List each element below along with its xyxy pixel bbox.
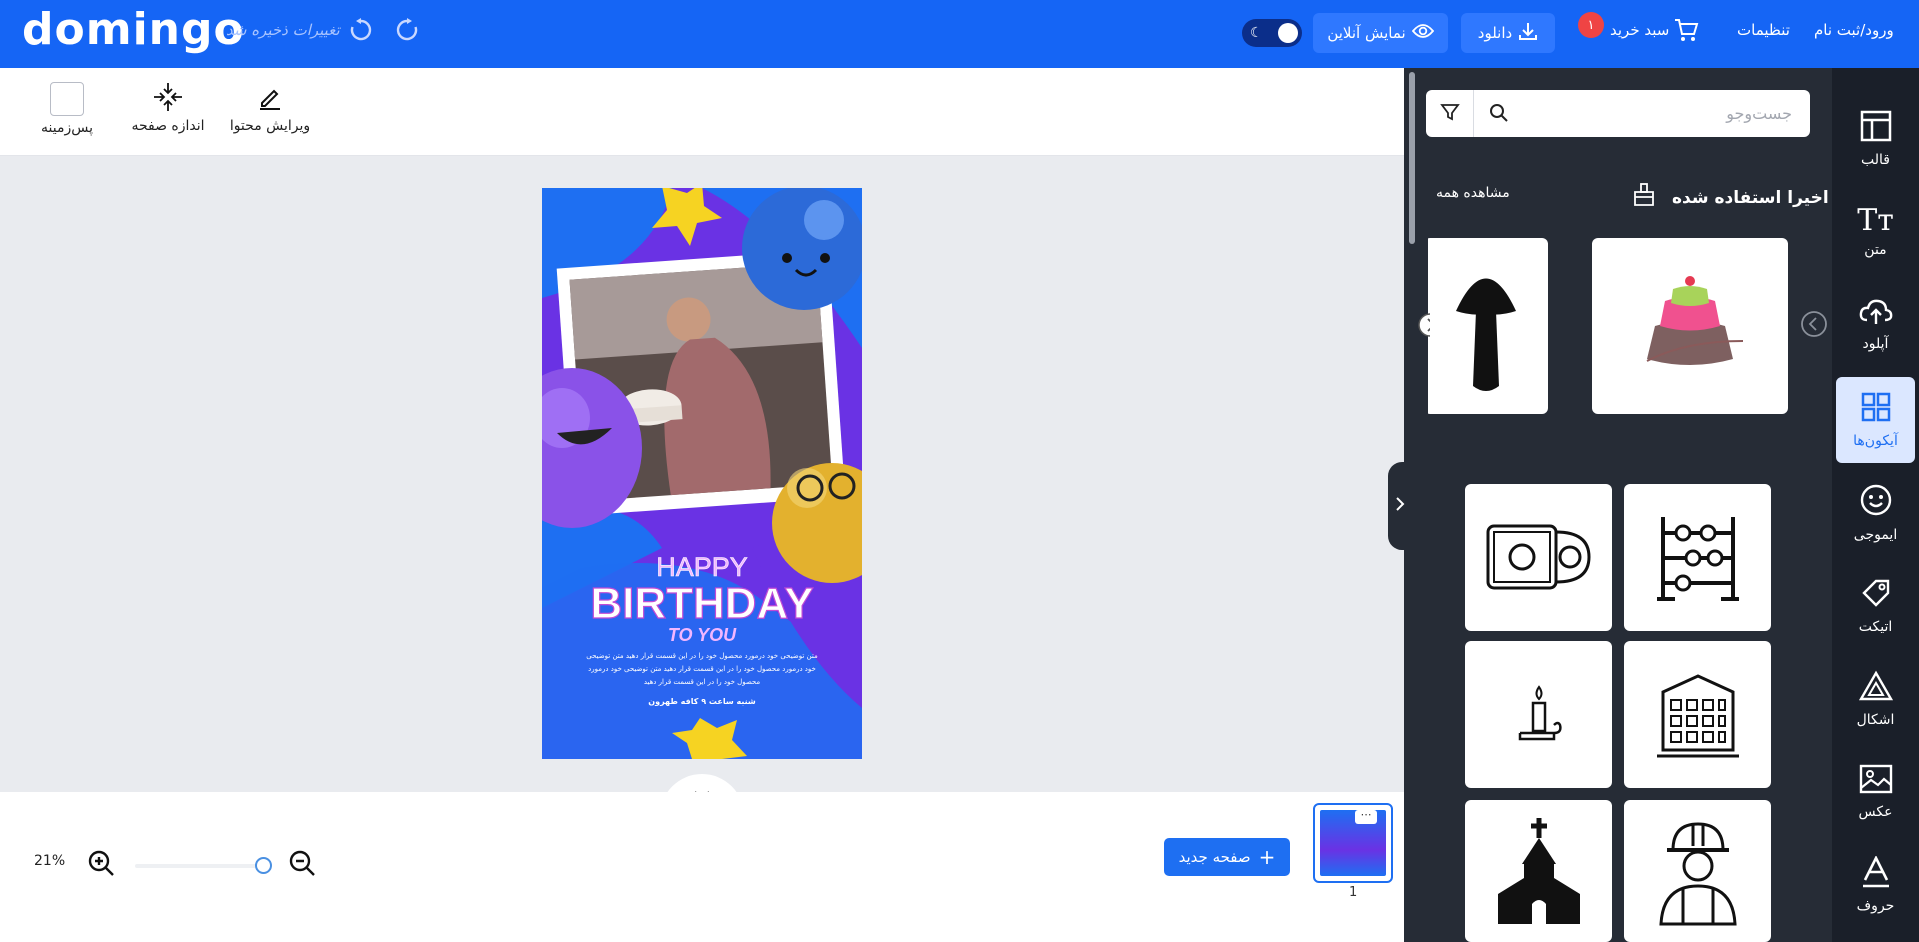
upload-icon — [1859, 298, 1893, 330]
online-preview-button[interactable]: نمایش آنلاین — [1313, 13, 1448, 53]
download-label: دانلود — [1477, 24, 1513, 42]
carousel-next-icon[interactable] — [1800, 310, 1828, 342]
template-icon — [1860, 110, 1892, 146]
sidebar-item-label: ایموجی — [1853, 527, 1898, 543]
design-to-you-text: TO YOU — [668, 625, 737, 645]
sidebar-item-template[interactable]: قالب — [1836, 96, 1915, 182]
sidebar-item-shapes[interactable]: اشکال — [1836, 656, 1915, 742]
image-icon — [1859, 764, 1893, 798]
cart-label[interactable]: سبد خرید — [1610, 21, 1669, 39]
plus-icon: + — [1258, 845, 1276, 869]
more-options-icon[interactable]: ⋯ — [1355, 809, 1377, 824]
sidebar-item-text[interactable]: Tт متن — [1836, 189, 1915, 275]
zoom-out-icon[interactable] — [288, 849, 316, 881]
shapes-icon — [1858, 670, 1893, 706]
cd-drive-icon[interactable] — [1465, 484, 1612, 631]
sidebar-item-label: اتیکت — [1858, 619, 1893, 635]
cart-icon[interactable] — [1673, 17, 1699, 47]
sidebar-item-label: حروف — [1856, 898, 1895, 914]
filter-icon — [1439, 102, 1460, 126]
edit-content-label: ویرایش محتوا — [229, 118, 311, 134]
sidebar-item-image[interactable]: عکس — [1836, 749, 1915, 835]
zoom-slider-thumb[interactable] — [255, 857, 272, 874]
sidebar-item-label: آپلود — [1862, 336, 1889, 352]
letters-icon — [1861, 855, 1891, 892]
zoom-in-icon[interactable] — [87, 849, 115, 881]
see-all-link[interactable]: مشاهده همه — [1436, 185, 1510, 201]
online-preview-label: نمایش آنلاین — [1327, 24, 1406, 42]
design-happy-text: HAPPY — [656, 552, 748, 582]
recent-title: اخیرا استفاده شده — [1672, 188, 1829, 208]
dark-mode-toggle[interactable]: ☾ — [1242, 19, 1302, 47]
carousel-prev-icon[interactable] — [1416, 312, 1430, 338]
page-size-button[interactable]: اندازه صفحه — [128, 82, 208, 134]
filter-button[interactable] — [1426, 90, 1474, 137]
search-icon[interactable] — [1488, 102, 1510, 128]
mushroom-icon[interactable] — [1428, 238, 1548, 414]
new-page-label: صفحه جدید — [1178, 848, 1251, 866]
save-status: تغییرات ذخیره شد — [226, 21, 340, 39]
sidebar-item-label: عکس — [1858, 804, 1893, 820]
church-icon[interactable] — [1465, 800, 1612, 942]
building-icon[interactable] — [1624, 641, 1771, 788]
design-birthday-text: BIRTHDAY — [590, 579, 813, 628]
panel-collapse-tab[interactable] — [1388, 462, 1412, 550]
toggle-knob — [1278, 23, 1298, 43]
sidebar-item-tag[interactable]: اتیکت — [1836, 563, 1915, 649]
sidebar-item-label: قالب — [1861, 152, 1890, 168]
page-number: 1 — [1349, 885, 1358, 900]
toolbar — [0, 68, 1404, 156]
pencil-icon — [228, 82, 312, 112]
chevron-right-icon — [1395, 496, 1405, 516]
background-swatch — [50, 82, 84, 116]
undo-icon[interactable] — [348, 17, 374, 47]
zoom-slider-track[interactable] — [135, 864, 265, 868]
icons-grid-icon — [1860, 391, 1892, 427]
download-icon — [1518, 21, 1538, 45]
sidebar-item-upload[interactable]: آپلود — [1836, 282, 1915, 368]
text-icon: Tт — [1857, 203, 1894, 238]
login-link[interactable]: ورود/ثبت نام — [1814, 21, 1894, 39]
logo[interactable]: domingo — [22, 4, 245, 55]
sidebar-item-icons[interactable]: آیکون‌ها — [1836, 377, 1915, 463]
eye-icon — [1411, 23, 1434, 43]
download-button[interactable]: دانلود — [1461, 13, 1555, 53]
broom-icon[interactable] — [1631, 182, 1657, 212]
emoji-icon — [1859, 483, 1893, 521]
tag-icon — [1860, 577, 1892, 613]
abacus-icon[interactable] — [1624, 484, 1771, 631]
recent-icons-strip — [1428, 238, 1804, 414]
background-label: پس‌زمینه — [41, 120, 93, 136]
page-size-label: اندازه صفحه — [131, 118, 205, 134]
redo-icon[interactable] — [394, 17, 420, 47]
worker-helmet-icon[interactable] — [1624, 800, 1771, 942]
zoom-level: 21% — [34, 853, 66, 869]
resize-icon — [128, 82, 208, 112]
candle-icon[interactable] — [1465, 641, 1612, 788]
settings-link[interactable]: تنظیمات — [1737, 21, 1790, 39]
design-footer-text: شنبه ساعت ۹ کافه طهرون — [648, 697, 756, 706]
sidebar-item-letters[interactable]: حروف — [1836, 842, 1915, 928]
new-page-button[interactable]: صفحه جدید + — [1164, 838, 1290, 876]
page-thumbnail[interactable] — [1313, 803, 1393, 883]
background-button[interactable]: پس‌زمینه — [36, 82, 98, 136]
sidebar-item-label: آیکون‌ها — [1853, 433, 1898, 449]
sidebar-item-label: متن — [1864, 242, 1887, 258]
cart-count-badge: ۱ — [1578, 12, 1604, 38]
cake-icon[interactable] — [1592, 238, 1788, 414]
sidebar-item-emoji[interactable]: ایموجی — [1836, 470, 1915, 556]
moon-icon: ☾ — [1250, 25, 1263, 41]
sidebar-item-label: اشکال — [1856, 712, 1895, 728]
edit-content-button[interactable]: ویرایش محتوا — [228, 82, 312, 134]
search-input[interactable] — [1478, 90, 1804, 137]
design-body-text: متن توضیحی خود درمورد محصول خود را در ای… — [586, 652, 818, 686]
panel-scrollbar[interactable] — [1409, 72, 1415, 244]
